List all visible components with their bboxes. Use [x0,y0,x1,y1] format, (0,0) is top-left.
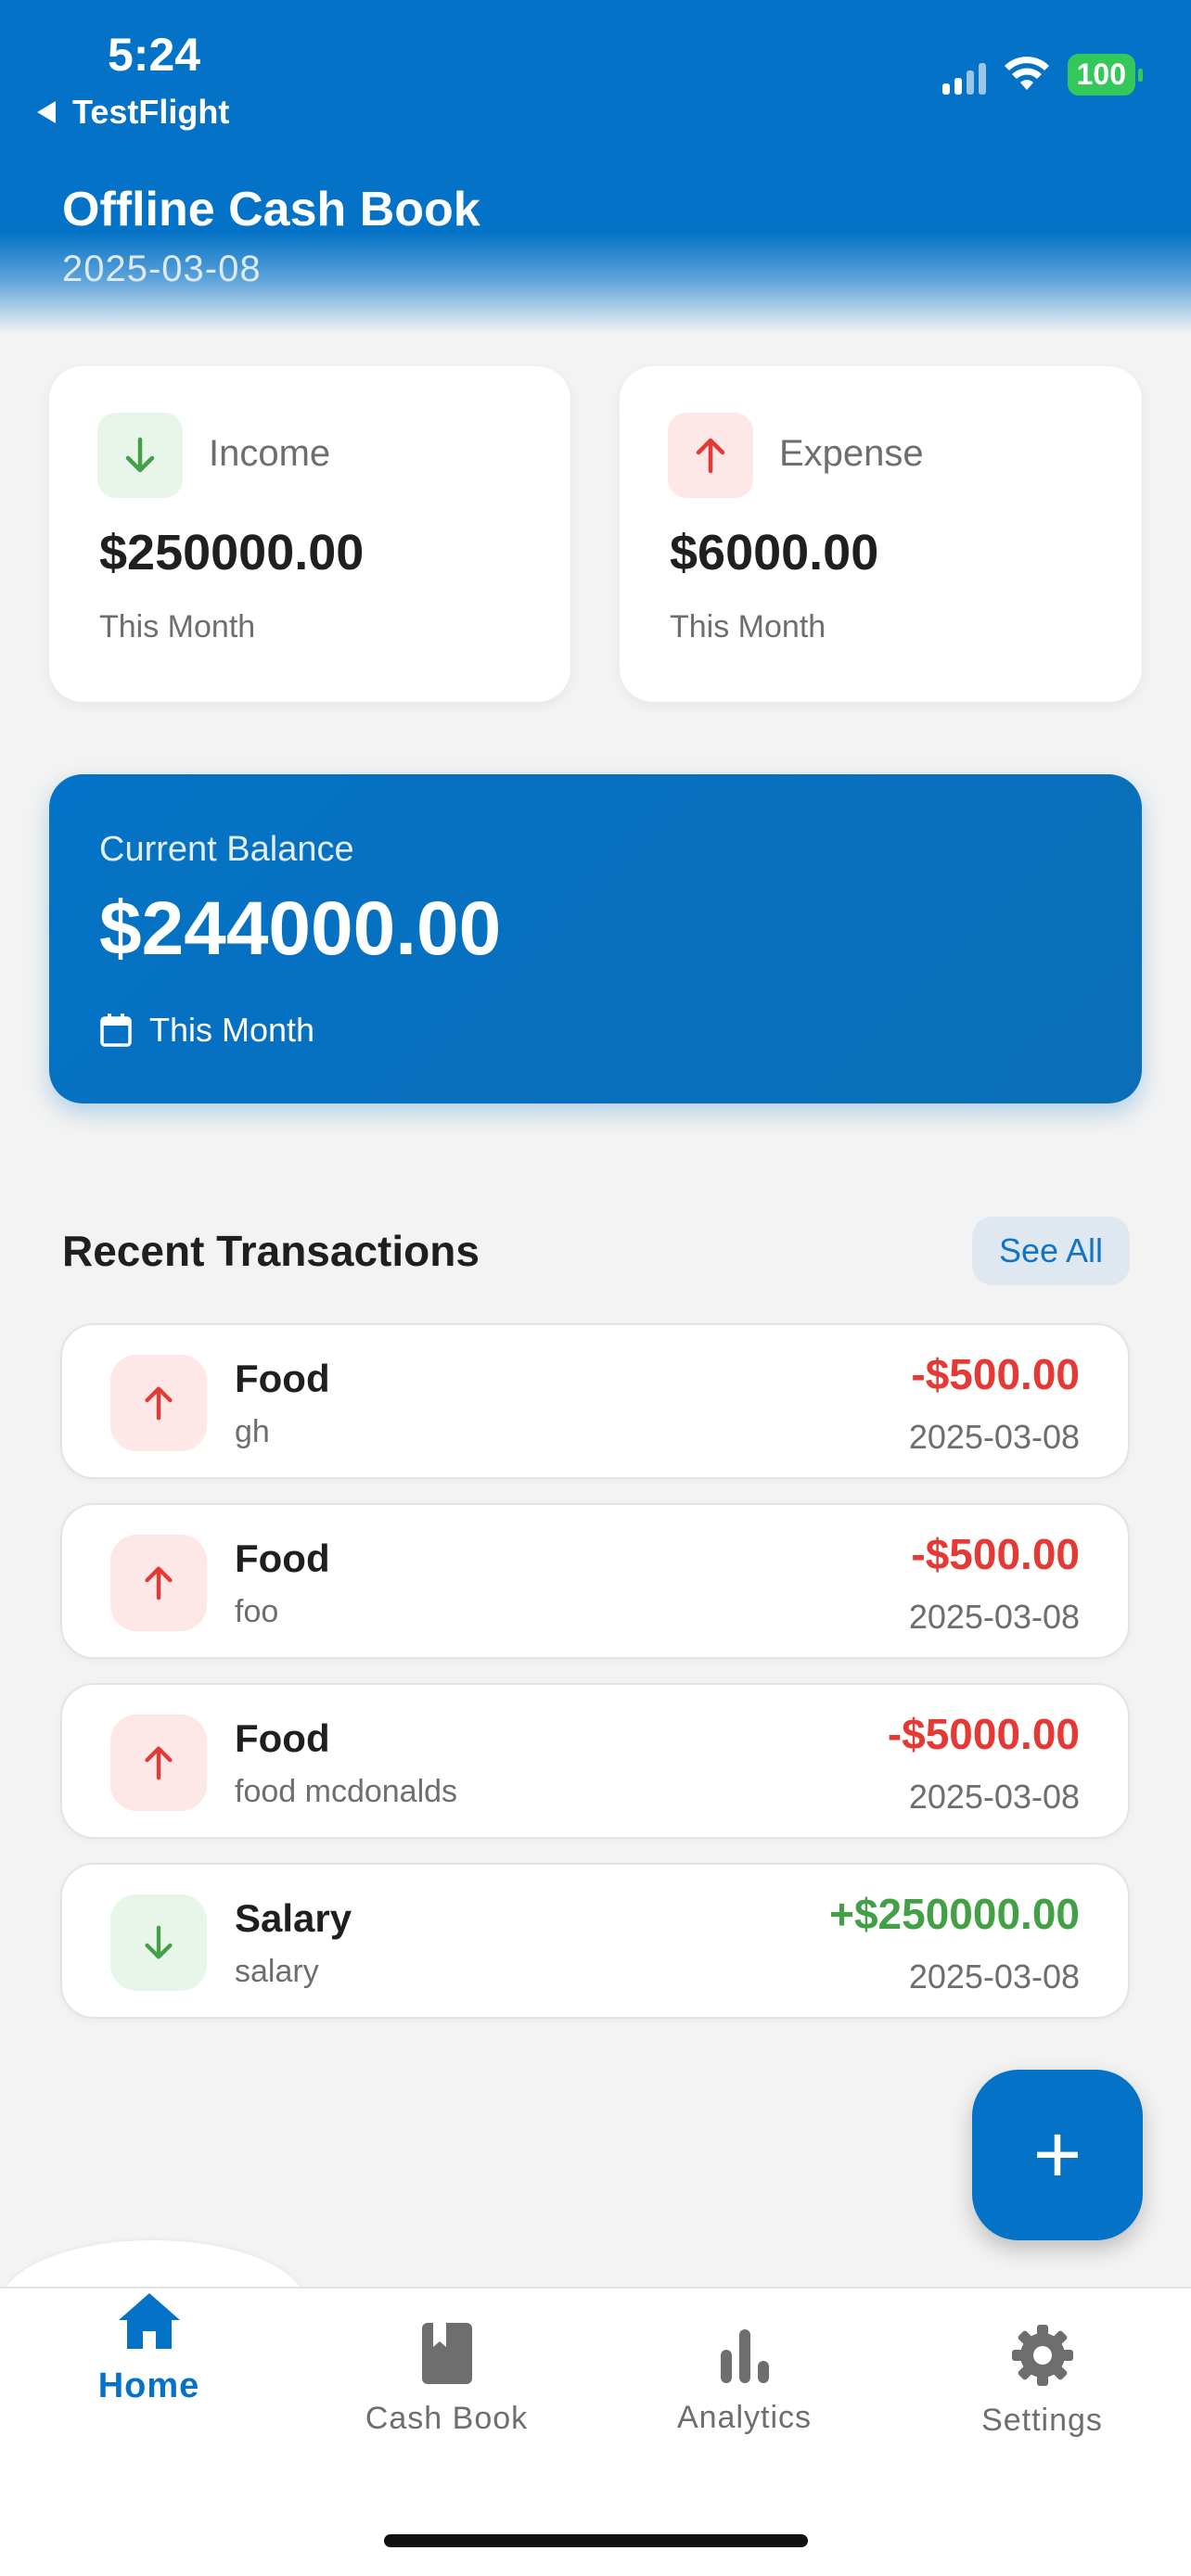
wifi-icon [1004,56,1049,90]
nav-item-settings[interactable]: Settings [893,2323,1191,2439]
expense-amount: $6000.00 [670,525,879,580]
nav-item-home[interactable]: Home [0,2290,298,2406]
cellular-signal-icon [941,56,986,95]
transaction-row[interactable]: Salary salary +$250000.00 2025-03-08 [60,1863,1130,2019]
transaction-date: 2025-03-08 [908,1418,1080,1456]
transaction-date: 2025-03-08 [908,1778,1080,1816]
income-period: This Month [99,609,256,644]
transaction-date: 2025-03-08 [908,1598,1080,1636]
transaction-row[interactable]: Food foo -$500.00 2025-03-08 [60,1503,1130,1659]
balance-label: Current Balance [99,830,354,869]
transaction-note: food mcdonalds [235,1774,458,1809]
nav-label-home: Home [97,2366,200,2405]
transaction-category: Salary [235,1896,352,1940]
transaction-date: 2025-03-08 [908,1958,1080,1996]
transaction-category: Food [235,1357,330,1400]
nav-item-cash-book[interactable]: Cash Book [298,2321,596,2437]
status-time: 5:24 [108,29,201,81]
balance-card: Current Balance $244000.00 This Month [49,774,1142,1103]
section-title-recent: Recent Transactions [62,1227,480,1275]
transaction-note: foo [235,1594,279,1629]
page-title: Offline Cash Book [62,183,480,236]
arrow-up-icon [110,1715,207,1811]
transaction-row[interactable]: Food food mcdonalds -$5000.00 2025-03-08 [60,1683,1130,1839]
arrow-up-icon [110,1355,207,1451]
expense-period: This Month [670,609,826,644]
arrow-up-icon [668,413,753,498]
page-date: 2025-03-08 [62,249,262,289]
nav-label-settings: Settings [981,2403,1103,2438]
add-transaction-button[interactable]: + [972,2070,1143,2240]
home-icon [118,2293,180,2349]
transaction-note: gh [235,1414,270,1449]
nav-label-analytics: Analytics [676,2400,813,2435]
transaction-amount: -$500.00 [911,1350,1080,1398]
transaction-note: salary [235,1954,319,1989]
battery-indicator: 100 [1067,54,1144,96]
status-indicators: 100 [941,54,1144,96]
income-label: Income [209,433,331,474]
bar-chart-icon [720,2329,769,2383]
transaction-amount: -$5000.00 [887,1710,1080,1758]
nav-label-cash-book: Cash Book [365,2401,529,2436]
see-all-button[interactable]: See All [972,1217,1130,1285]
back-to-testflight[interactable]: TestFlight [37,93,229,132]
back-arrow-icon [37,101,56,123]
transaction-row[interactable]: Food gh -$500.00 2025-03-08 [60,1323,1130,1479]
income-amount: $250000.00 [99,525,365,580]
book-icon [421,2323,472,2384]
arrow-down-icon [110,1894,207,1991]
transaction-category: Food [235,1537,330,1580]
back-label: TestFlight [72,93,230,131]
home-indicator [384,2534,808,2547]
balance-period-label: This Month [149,1011,315,1049]
plus-icon: + [1032,2108,1082,2201]
arrow-down-icon [97,413,183,498]
nav-item-analytics[interactable]: Analytics [596,2326,893,2436]
balance-period: This Month [99,1011,314,1050]
expense-card[interactable]: Expense $6000.00 This Month [620,366,1142,702]
transaction-category: Food [235,1716,330,1760]
balance-amount: $244000.00 [99,886,502,971]
arrow-up-icon [110,1535,207,1631]
calendar-icon [100,1014,132,1047]
income-card[interactable]: Income $250000.00 This Month [49,366,570,702]
transaction-amount: +$250000.00 [829,1890,1080,1938]
expense-label: Expense [779,433,924,474]
gear-icon [1011,2325,1073,2386]
transaction-amount: -$500.00 [911,1530,1080,1578]
